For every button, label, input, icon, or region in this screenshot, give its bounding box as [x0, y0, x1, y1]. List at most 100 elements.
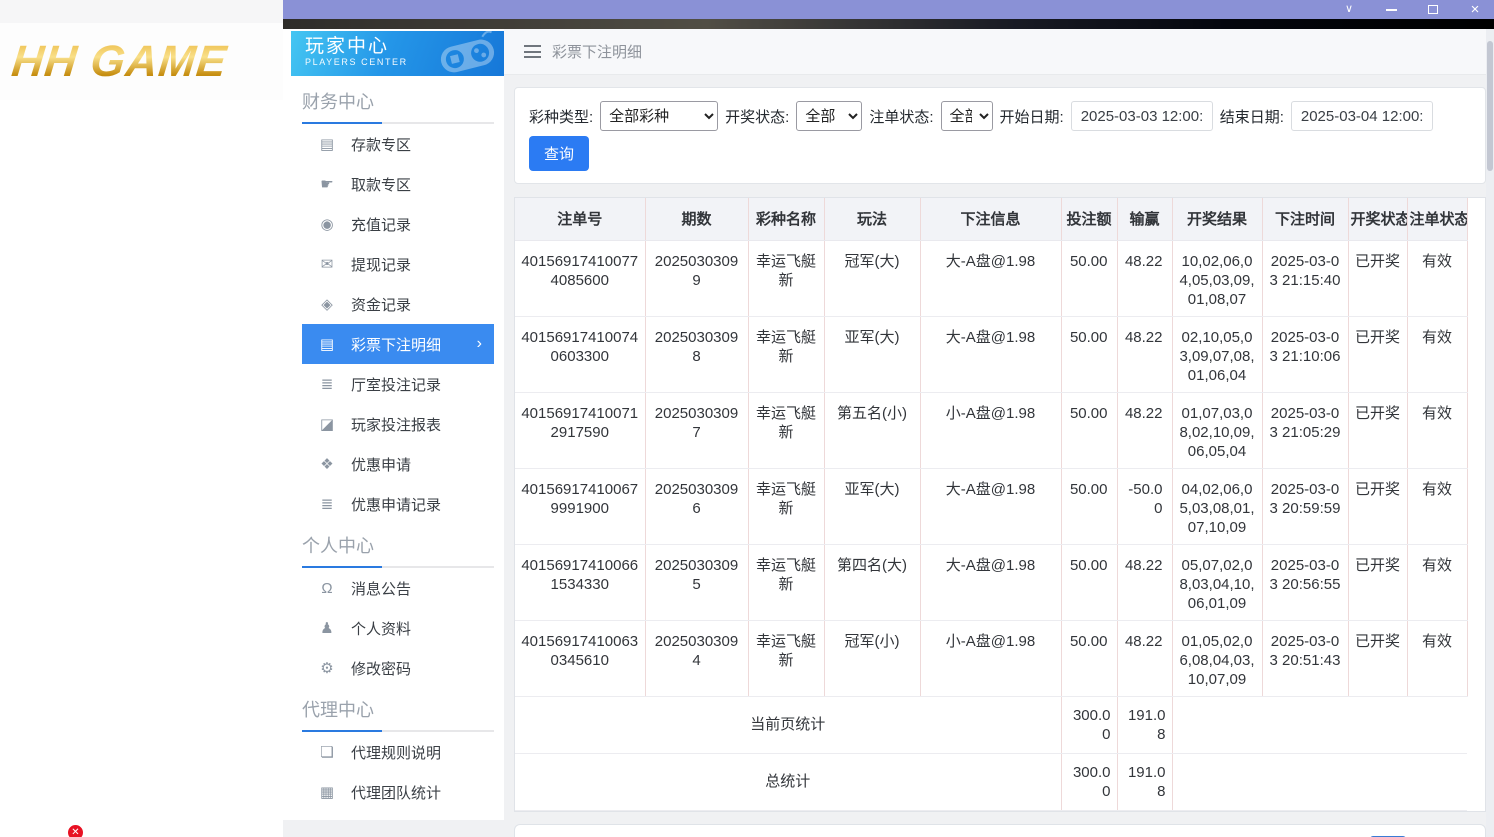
table-cell: 第五名(小) [824, 392, 921, 469]
bet-status-select[interactable]: 全部 [940, 101, 993, 131]
table-cell: 50.00 [1061, 468, 1118, 545]
table-cell: 亚军(大) [824, 316, 921, 393]
app-window: ∨ × 玩家中心 PLAYERS CENTER 财务中心 ▤ 存款专区 ☛ 取款… [283, 0, 1494, 837]
user-icon: ♟ [320, 620, 334, 637]
sidebar-item-label: 修改密码 [351, 660, 412, 678]
table-cell: 48.22 [1117, 620, 1173, 697]
maximize-icon[interactable] [1426, 3, 1440, 17]
sidebar-item[interactable]: ≣ 厅室投注记录 [302, 364, 494, 404]
sidebar-item-label: 消息公告 [351, 580, 412, 598]
hh-game-logo: HH GAME [9, 36, 230, 86]
sidebar-item[interactable]: ☛ 取款专区 [302, 164, 494, 204]
table-row: 401569174100630345610 20250303094 幸运飞艇新 冠军(… [515, 620, 1468, 697]
table-cell: 02,10,05,03,09,07,08,01,06,04 [1172, 316, 1263, 393]
bet-detail-table: 注单号 期数 彩种名称 玩法 下注信息 投注额 输赢 开奖结果 下注时间 开奖状态 注单状态 401… [515, 198, 1468, 811]
sidebar-section-title: 财务中心 [302, 92, 374, 112]
wallet-icon: ✉ [320, 256, 334, 273]
table-cell: 01,07,03,08,02,10,09,06,05,04 [1172, 392, 1263, 469]
sidebar-item[interactable]: ❏ 代理规则说明 [302, 732, 494, 772]
lottery-type-label: 彩种类型: [529, 108, 594, 126]
sidebar-item[interactable]: Ω 消息公告 [302, 568, 494, 608]
start-date-label: 开始日期: [999, 108, 1064, 126]
table-cell: 大-A盘@1.98 [920, 468, 1062, 545]
close-icon[interactable]: × [1468, 2, 1482, 17]
table-cell: 401569174100712917590 [515, 392, 646, 469]
section-divider [302, 122, 494, 124]
sidebar-item[interactable]: ⚙ 修改密码 [302, 648, 494, 688]
section-divider [302, 730, 494, 732]
draw-status-select[interactable]: 全部 [796, 101, 863, 131]
sidebar-item-label: 充值记录 [351, 216, 412, 234]
chevron-right-icon: › [476, 335, 482, 352]
table-cell: 2025-03-03 20:56:55 [1262, 544, 1349, 621]
table-cell: 48.22 [1117, 240, 1173, 317]
minimize-icon[interactable] [1384, 3, 1398, 17]
table-cell: 冠军(大) [824, 240, 921, 317]
summary-winloss-total: 191.08 [1117, 696, 1173, 754]
hand-coin-icon: ☛ [320, 176, 334, 193]
table-cell: 2025-03-03 20:59:59 [1262, 468, 1349, 545]
table-cell: 幸运飞艇新 [748, 392, 825, 469]
end-date-input[interactable] [1290, 101, 1433, 131]
table-cell: 401569174100679991900 [515, 468, 646, 545]
column-header: 投注额 [1061, 198, 1118, 241]
scrollbar-thumb[interactable] [1487, 41, 1493, 171]
promo-record-icon: ≣ [320, 496, 334, 513]
column-header: 注单状态 [1407, 198, 1468, 241]
table-cell: 幸运飞艇新 [748, 468, 825, 545]
sidebar-item[interactable]: ◪ 玩家投注报表 [302, 404, 494, 444]
column-header: 玩法 [824, 198, 921, 241]
table-cell: 01,05,02,06,08,04,03,10,07,09 [1172, 620, 1263, 697]
window-frame-strip [283, 19, 1494, 29]
column-header: 输赢 [1117, 198, 1173, 241]
sidebar-item[interactable]: ≣ 优惠申请记录 [302, 484, 494, 524]
lottery-type-select[interactable]: 全部彩种 [600, 101, 719, 131]
table-cell: 2025-03-03 21:15:40 [1262, 240, 1349, 317]
table-cell: 大-A盘@1.98 [920, 544, 1062, 621]
main-area: 彩票下注明细 彩种类型: 全部彩种 开奖状态: 全部 注单状态: 全部 开始日期… [504, 29, 1486, 837]
menu-icon[interactable] [524, 45, 541, 58]
sidebar-item[interactable]: ◈ 资金记录 [302, 284, 494, 324]
table-cell: 20250303099 [645, 240, 749, 317]
column-header: 下注信息 [920, 198, 1062, 241]
page-title: 彩票下注明细 [552, 44, 643, 61]
table-cell: 亚军(大) [824, 468, 921, 545]
team-stats-icon: ▦ [319, 784, 335, 801]
table-cell: 50.00 [1061, 316, 1118, 393]
table-row: 401569174100679991900 20250303096 幸运飞艇新 亚军(… [515, 468, 1468, 545]
query-button[interactable]: 查询 [529, 136, 590, 171]
table-cell: 10,02,06,04,05,03,09,01,08,07 [1172, 240, 1263, 317]
sidebar-item[interactable]: ▦ 代理团队统计 [302, 772, 494, 812]
error-icon[interactable]: ✕ [68, 825, 83, 837]
page-header: 彩票下注明细 [504, 29, 1486, 75]
table-cell: 401569174100661534330 [515, 544, 646, 621]
promo-icon: ❖ [320, 456, 334, 473]
table-cell: 20250303097 [645, 392, 749, 469]
column-header: 开奖状态 [1348, 198, 1408, 241]
table-cell: 已开奖 [1348, 240, 1408, 317]
scrollbar[interactable] [1486, 29, 1494, 837]
logo-band: HH GAME [0, 23, 283, 100]
sidebar-item[interactable]: ✉ 提现记录 [302, 244, 494, 284]
table-cell: 已开奖 [1348, 468, 1408, 545]
column-header: 注单号 [515, 198, 646, 241]
table-cell: 50.00 [1061, 392, 1118, 469]
gamepad-icon [440, 31, 495, 73]
sidebar-item-label: 厅室投注记录 [351, 376, 442, 394]
sidebar-item[interactable]: ♟ 个人资料 [302, 608, 494, 648]
column-header: 彩种名称 [748, 198, 825, 241]
filter-button-row: 查询 [529, 136, 1471, 171]
sidebar-item-label: 存款专区 [351, 136, 412, 154]
sidebar-item[interactable]: ▤ 存款专区 [302, 124, 494, 164]
sidebar-item[interactable]: ❖ 优惠申请 [302, 444, 494, 484]
table-cell: 20250303098 [645, 316, 749, 393]
summary-row: 当前页统计 300.00 191.08 [515, 696, 1467, 754]
sidebar-item[interactable]: ◉ 充值记录 [302, 204, 494, 244]
summary-empty-cell [1172, 753, 1467, 811]
table-cell: 有效 [1407, 620, 1468, 697]
table-cell: 401569174100630345610 [515, 620, 646, 697]
start-date-input[interactable] [1070, 101, 1213, 131]
sidebar-item[interactable]: ▤ 彩票下注明细 › [302, 324, 494, 364]
chevron-down-icon[interactable]: ∨ [1342, 3, 1356, 17]
table-cell: 有效 [1407, 316, 1468, 393]
